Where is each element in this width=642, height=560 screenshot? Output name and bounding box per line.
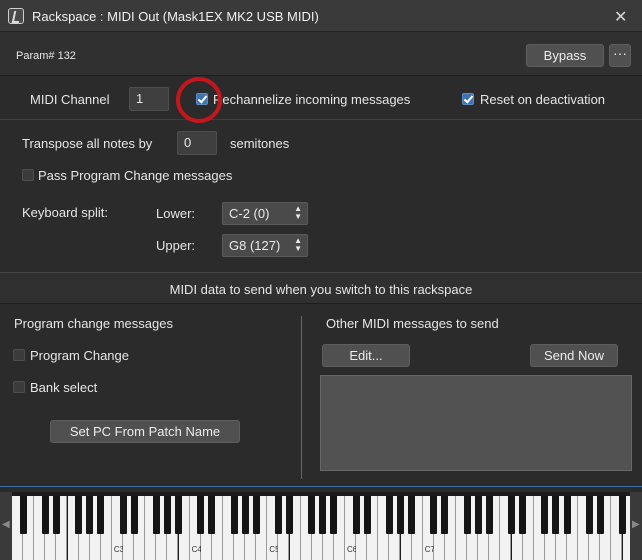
piano-black-key[interactable] xyxy=(619,496,626,534)
program-change-messages-title: Program change messages xyxy=(14,316,173,331)
set-pc-from-patch-name-button[interactable]: Set PC From Patch Name xyxy=(50,420,240,443)
lower-label: Lower: xyxy=(156,206,196,221)
keyboard-scroll-left[interactable]: ◀ xyxy=(0,492,12,560)
send-now-button[interactable]: Send Now xyxy=(530,344,618,367)
piano-black-key[interactable] xyxy=(130,496,138,534)
arrow-left-icon: ◀ xyxy=(2,519,10,530)
piano-black-key[interactable] xyxy=(52,496,60,534)
edit-button[interactable]: Edit... xyxy=(322,344,410,367)
bypass-button[interactable]: Bypass xyxy=(526,44,604,67)
piano-black-key[interactable] xyxy=(319,496,327,534)
arrow-right-icon: ▶ xyxy=(632,519,640,530)
piano-black-key[interactable] xyxy=(286,496,293,534)
piano-black-key[interactable] xyxy=(596,496,604,534)
more-options-button[interactable]: ··· xyxy=(609,44,631,67)
param-label: Param# 132 xyxy=(16,50,76,62)
piano-black-key[interactable] xyxy=(463,496,471,534)
piano-black-key[interactable] xyxy=(97,496,105,534)
spinner-arrows-icon: ▲ ▼ xyxy=(294,236,302,253)
rechannelize-checkbox[interactable] xyxy=(196,93,208,105)
piano-black-key[interactable] xyxy=(474,496,482,534)
keyboard-split-label: Keyboard split: xyxy=(22,205,108,220)
piano-black-key[interactable] xyxy=(75,496,83,534)
transpose-input[interactable]: 0 xyxy=(177,131,217,155)
piano-black-key[interactable] xyxy=(430,496,438,534)
piano-black-key[interactable] xyxy=(19,496,27,534)
other-midi-messages-title: Other MIDI messages to send xyxy=(326,316,499,331)
spinner-arrows-icon: ▲ ▼ xyxy=(294,204,302,221)
piano-black-key[interactable] xyxy=(163,496,171,534)
transpose-label: Transpose all notes by xyxy=(22,136,153,151)
piano-black-key[interactable] xyxy=(241,496,249,534)
piano-black-key[interactable] xyxy=(41,496,49,534)
midi-messages-textarea[interactable] xyxy=(320,375,632,471)
lower-split-value: C-2 (0) xyxy=(229,206,270,221)
piano-black-key[interactable] xyxy=(585,496,593,534)
piano-black-key[interactable] xyxy=(86,496,94,534)
panel-divider xyxy=(301,316,302,479)
upper-split-select[interactable]: G8 (127) ▲ ▼ xyxy=(222,234,308,257)
pass-program-change-checkbox[interactable] xyxy=(22,169,34,181)
piano-keyboard[interactable]: C3 C4 C5 C6 C7 xyxy=(0,492,642,560)
piano-black-key[interactable] xyxy=(563,496,571,534)
piano-black-key[interactable] xyxy=(541,496,549,534)
rechannelize-label: Rechannelize incoming messages xyxy=(213,92,411,107)
piano-black-key[interactable] xyxy=(508,496,515,534)
bank-select-label: Bank select xyxy=(30,380,98,395)
piano-black-key[interactable] xyxy=(330,496,338,534)
program-change-checkbox[interactable] xyxy=(13,349,25,361)
upper-label: Upper: xyxy=(156,238,196,253)
piano-black-key[interactable] xyxy=(119,496,127,534)
piano-black-key[interactable] xyxy=(152,496,160,534)
piano-black-key[interactable] xyxy=(308,496,316,534)
piano-black-key[interactable] xyxy=(208,496,216,534)
reset-on-deactivation-checkbox[interactable] xyxy=(462,93,474,105)
bank-select-checkbox[interactable] xyxy=(13,381,25,393)
midi-channel-input[interactable]: 1 xyxy=(129,87,169,111)
program-change-label: Program Change xyxy=(30,348,129,363)
piano-black-key[interactable] xyxy=(552,496,560,534)
piano-black-key[interactable] xyxy=(175,496,182,534)
piano-black-key[interactable] xyxy=(274,496,282,534)
midi-channel-label: MIDI Channel xyxy=(30,92,110,107)
app-logo-icon xyxy=(8,8,24,24)
upper-split-value: G8 (127) xyxy=(229,238,281,253)
piano-black-key[interactable] xyxy=(352,496,360,534)
keyboard-scroll-right[interactable]: ▶ xyxy=(630,492,642,560)
piano-black-key[interactable] xyxy=(519,496,527,534)
piano-black-key[interactable] xyxy=(385,496,393,534)
piano-black-key[interactable] xyxy=(363,496,371,534)
section-title: MIDI data to send when you switch to thi… xyxy=(169,282,473,297)
lower-split-select[interactable]: C-2 (0) ▲ ▼ xyxy=(222,202,308,225)
piano-black-key[interactable] xyxy=(397,496,404,534)
piano-black-key[interactable] xyxy=(485,496,493,534)
piano-black-key[interactable] xyxy=(230,496,238,534)
piano-black-key[interactable] xyxy=(441,496,449,534)
window-title: Rackspace : MIDI Out (Mask1EX MK2 USB MI… xyxy=(32,9,319,24)
semitones-label: semitones xyxy=(230,136,290,151)
reset-on-deactivation-label: Reset on deactivation xyxy=(480,92,606,107)
piano-black-key[interactable] xyxy=(408,496,416,534)
pass-program-change-label: Pass Program Change messages xyxy=(38,168,233,183)
close-icon[interactable]: ✕ xyxy=(614,7,627,27)
piano-black-key[interactable] xyxy=(197,496,205,534)
panel-bottom-line xyxy=(0,486,642,487)
piano-black-key[interactable] xyxy=(252,496,260,534)
